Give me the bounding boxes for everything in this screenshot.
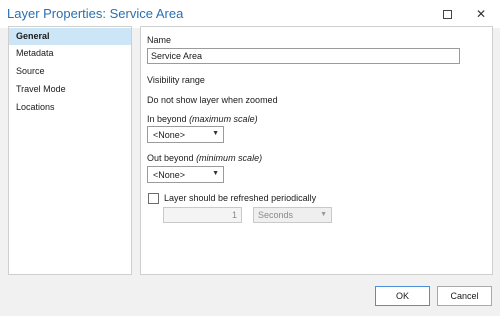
chevron-down-icon: ▼ — [212, 170, 219, 177]
property-nav: General Metadata Source Travel Mode Loca… — [8, 26, 132, 275]
name-label: Name — [147, 35, 172, 45]
out-beyond-hint: (minimum scale) — [196, 153, 263, 163]
title-bar: Layer Properties: Service Area ✕ — [0, 0, 500, 28]
in-beyond-text: In beyond — [147, 114, 187, 124]
nav-item-general[interactable]: General — [9, 28, 131, 45]
general-panel: Name Visibility range Do not show layer … — [140, 26, 493, 275]
cancel-button[interactable]: Cancel — [437, 286, 492, 306]
refresh-units-select[interactable]: Seconds ▼ — [253, 207, 332, 223]
nav-item-locations[interactable]: Locations — [9, 99, 131, 116]
nav-item-travel-mode[interactable]: Travel Mode — [9, 81, 131, 98]
refresh-checkbox[interactable] — [148, 193, 159, 204]
in-beyond-value: <None> — [153, 130, 186, 140]
chevron-down-icon: ▼ — [212, 130, 219, 137]
name-input[interactable] — [147, 48, 460, 64]
close-icon[interactable]: ✕ — [472, 5, 490, 23]
maximize-icon[interactable] — [438, 5, 456, 23]
chevron-down-icon: ▼ — [320, 211, 327, 218]
refresh-interval-input[interactable]: 1 — [163, 207, 242, 223]
in-beyond-label: In beyond (maximum scale) — [147, 114, 258, 124]
refresh-label: Layer should be refreshed periodically — [164, 193, 317, 203]
layer-properties-dialog: Layer Properties: Service Area ✕ General… — [0, 0, 500, 316]
out-beyond-text: Out beyond — [147, 153, 194, 163]
nav-item-metadata[interactable]: Metadata — [9, 45, 131, 62]
visibility-range-label: Visibility range — [147, 75, 205, 85]
out-beyond-label: Out beyond (minimum scale) — [147, 153, 262, 163]
in-beyond-select[interactable]: <None> ▼ — [147, 126, 224, 143]
in-beyond-hint: (maximum scale) — [189, 114, 258, 124]
out-beyond-value: <None> — [153, 170, 186, 180]
refresh-interval-value: 1 — [231, 210, 237, 220]
do-not-show-label: Do not show layer when zoomed — [147, 95, 278, 105]
dialog-title: Layer Properties: Service Area — [7, 6, 184, 21]
out-beyond-select[interactable]: <None> ▼ — [147, 166, 224, 183]
nav-item-source[interactable]: Source — [9, 63, 131, 80]
refresh-units-value: Seconds — [258, 210, 294, 220]
ok-button[interactable]: OK — [375, 286, 430, 306]
